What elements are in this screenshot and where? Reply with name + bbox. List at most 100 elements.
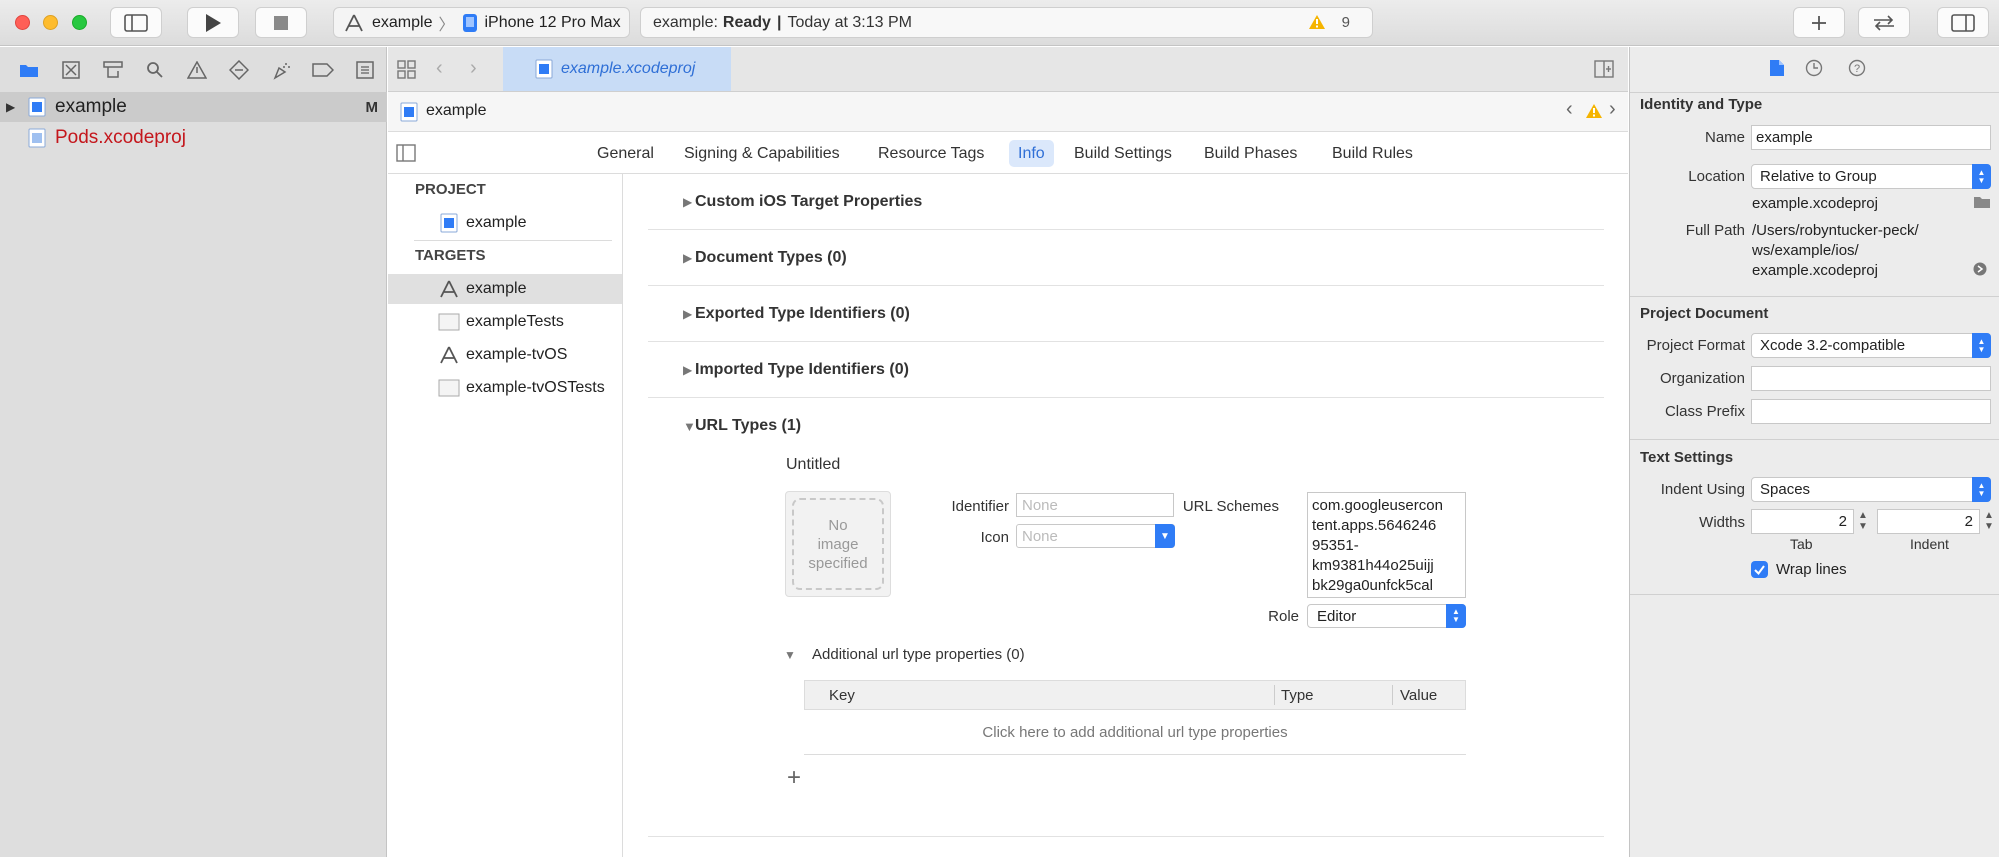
issue-warning-icon[interactable] — [176, 55, 218, 85]
target-item-example-tvos[interactable]: example-tvOS — [388, 340, 622, 370]
tab-info[interactable]: Info — [1009, 140, 1054, 167]
icon-popup[interactable]: None ▼ — [1016, 524, 1175, 548]
disclosure-triangle-icon[interactable]: ▶ — [648, 363, 692, 377]
navigator-item-pods[interactable]: Pods.xcodeproj — [0, 123, 387, 153]
tab-width-input[interactable]: 2 — [1751, 509, 1854, 534]
text-settings-section-header: Text Settings — [1640, 449, 1734, 466]
app-target-icon — [345, 14, 363, 31]
reveal-folder-icon[interactable] — [1973, 195, 1991, 213]
history-clock-icon[interactable] — [1805, 59, 1823, 81]
target-item-example-tests[interactable]: exampleTests — [388, 307, 622, 337]
class-prefix-input[interactable] — [1751, 399, 1991, 424]
identifier-input[interactable]: None — [1016, 493, 1174, 517]
info-editor: ▶ Custom iOS Target Properties ▶ Documen… — [624, 174, 1628, 857]
tab-build-settings[interactable]: Build Settings — [1065, 140, 1181, 167]
section-url-types[interactable]: ▼ URL Types (1) — [648, 398, 1604, 454]
disclosure-triangle-icon[interactable]: ▶ — [648, 251, 692, 265]
tab-resource-tags[interactable]: Resource Tags — [869, 140, 993, 167]
role-popup[interactable]: Editor ▲ ▼ — [1307, 604, 1466, 628]
forward-arrow-icon[interactable]: › — [470, 57, 477, 80]
project-item-label: example — [466, 214, 527, 231]
jump-bar-title[interactable]: example — [426, 102, 486, 120]
debug-spray-icon[interactable] — [260, 55, 302, 85]
code-review-button[interactable] — [1858, 7, 1910, 38]
tab-general[interactable]: General — [588, 140, 663, 167]
section-custom-ios-target-properties[interactable]: ▶ Custom iOS Target Properties — [648, 174, 1604, 230]
indent-width-stepper[interactable]: ▲ ▼ — [1984, 510, 1994, 532]
location-popup[interactable]: Relative to Group ▲ ▼ — [1751, 164, 1991, 189]
url-type-image-well[interactable]: No image specified — [785, 491, 891, 597]
back-arrow-icon[interactable]: ‹ — [436, 57, 443, 80]
inspector-divider — [1630, 296, 1999, 297]
next-issue-icon[interactable]: › — [1609, 98, 1616, 121]
class-prefix-label: Class Prefix — [1664, 403, 1745, 420]
indent-using-popup[interactable]: Spaces ▲ ▼ — [1751, 477, 1991, 502]
column-header-key[interactable]: Key — [829, 687, 855, 704]
reveal-in-finder-arrow-icon[interactable] — [1973, 262, 1987, 280]
app-target-icon — [440, 280, 458, 298]
report-list-icon[interactable] — [344, 55, 386, 85]
section-document-types[interactable]: ▶ Document Types (0) — [648, 230, 1604, 286]
add-property-placeholder-row[interactable]: Click here to add additional url type pr… — [804, 710, 1466, 755]
warning-count[interactable]: 9 — [1342, 14, 1350, 31]
wrap-lines-checkbox[interactable] — [1751, 561, 1768, 578]
disclosure-triangle-icon[interactable]: ▶ — [0, 100, 22, 114]
tab-build-phases[interactable]: Build Phases — [1195, 140, 1306, 167]
disclosure-triangle-open-icon[interactable]: ▼ — [784, 648, 796, 662]
previous-issue-icon[interactable]: ‹ — [1566, 98, 1573, 121]
target-item-example[interactable]: example — [388, 274, 622, 304]
section-imported-type-identifiers[interactable]: ▶ Imported Type Identifiers (0) — [648, 342, 1604, 398]
column-header-value[interactable]: Value — [1400, 687, 1437, 704]
xcodeproj-file-icon — [28, 128, 46, 148]
wrap-lines-label[interactable]: Wrap lines — [1776, 561, 1847, 578]
tab-width-stepper[interactable]: ▲ ▼ — [1858, 510, 1868, 532]
target-item-example-tvos-tests[interactable]: example-tvOSTests — [388, 373, 622, 403]
warning-icon[interactable] — [1308, 14, 1326, 35]
project-item-example[interactable]: example — [388, 208, 622, 238]
navigator-item-example[interactable]: ▶ example M — [0, 92, 387, 122]
disclosure-triangle-icon[interactable]: ▶ — [648, 195, 692, 209]
stop-button[interactable] — [255, 7, 307, 38]
source-control-icon[interactable] — [50, 55, 92, 85]
section-divider — [648, 836, 1604, 837]
tab-signing-capabilities[interactable]: Signing & Capabilities — [675, 140, 849, 167]
organization-input[interactable] — [1751, 366, 1991, 391]
warning-icon[interactable] — [1585, 103, 1603, 123]
file-inspector-icon[interactable] — [1769, 59, 1785, 81]
name-input[interactable]: example — [1751, 125, 1991, 150]
disclosure-triangle-icon[interactable]: ▶ — [648, 307, 692, 321]
search-icon[interactable] — [134, 55, 176, 85]
tab-build-rules[interactable]: Build Rules — [1323, 140, 1422, 167]
editor-tab-example-xcodeproj[interactable]: example.xcodeproj — [503, 47, 731, 91]
project-format-popup[interactable]: Xcode 3.2-compatible ▲ ▼ — [1751, 333, 1991, 358]
project-format-label: Project Format — [1646, 337, 1745, 354]
quick-help-icon[interactable]: ? — [1848, 59, 1866, 81]
test-diamond-icon[interactable] — [218, 55, 260, 85]
close-window-button[interactable] — [15, 15, 30, 30]
column-header-type[interactable]: Type — [1281, 687, 1314, 704]
toggle-navigator-button[interactable] — [110, 7, 162, 38]
breakpoint-tag-icon[interactable] — [302, 55, 344, 85]
jump-bar: example ‹ › — [388, 92, 1628, 132]
disclosure-triangle-open-icon[interactable]: ▼ — [648, 419, 696, 434]
url-schemes-textarea[interactable]: com.googleusercon tent.apps.5646246 9535… — [1307, 492, 1466, 598]
indent-width-input[interactable]: 2 — [1877, 509, 1980, 534]
add-url-type-button[interactable]: + — [787, 764, 801, 792]
folder-icon[interactable] — [8, 55, 50, 85]
url-scheme-line: bk29ga0unfck5cal — [1312, 577, 1433, 594]
section-exported-type-identifiers[interactable]: ▶ Exported Type Identifiers (0) — [648, 286, 1604, 342]
sidebar-right-icon — [1951, 13, 1975, 32]
add-editor-icon[interactable] — [1594, 60, 1614, 82]
target-list-divider — [414, 240, 612, 241]
toggle-inspector-button[interactable] — [1937, 7, 1989, 38]
scheme-selector[interactable]: example 〉 iPhone 12 Pro Max — [333, 7, 630, 38]
column-divider — [1392, 685, 1393, 705]
related-items-grid-icon[interactable] — [396, 59, 418, 85]
run-button[interactable] — [187, 7, 239, 38]
library-button[interactable] — [1793, 7, 1845, 38]
url-type-name[interactable]: Untitled — [786, 456, 840, 474]
minimize-window-button[interactable] — [43, 15, 58, 30]
toggle-target-list-icon[interactable] — [396, 144, 416, 166]
zoom-window-button[interactable] — [72, 15, 87, 30]
symbol-hierarchy-icon[interactable] — [92, 55, 134, 85]
